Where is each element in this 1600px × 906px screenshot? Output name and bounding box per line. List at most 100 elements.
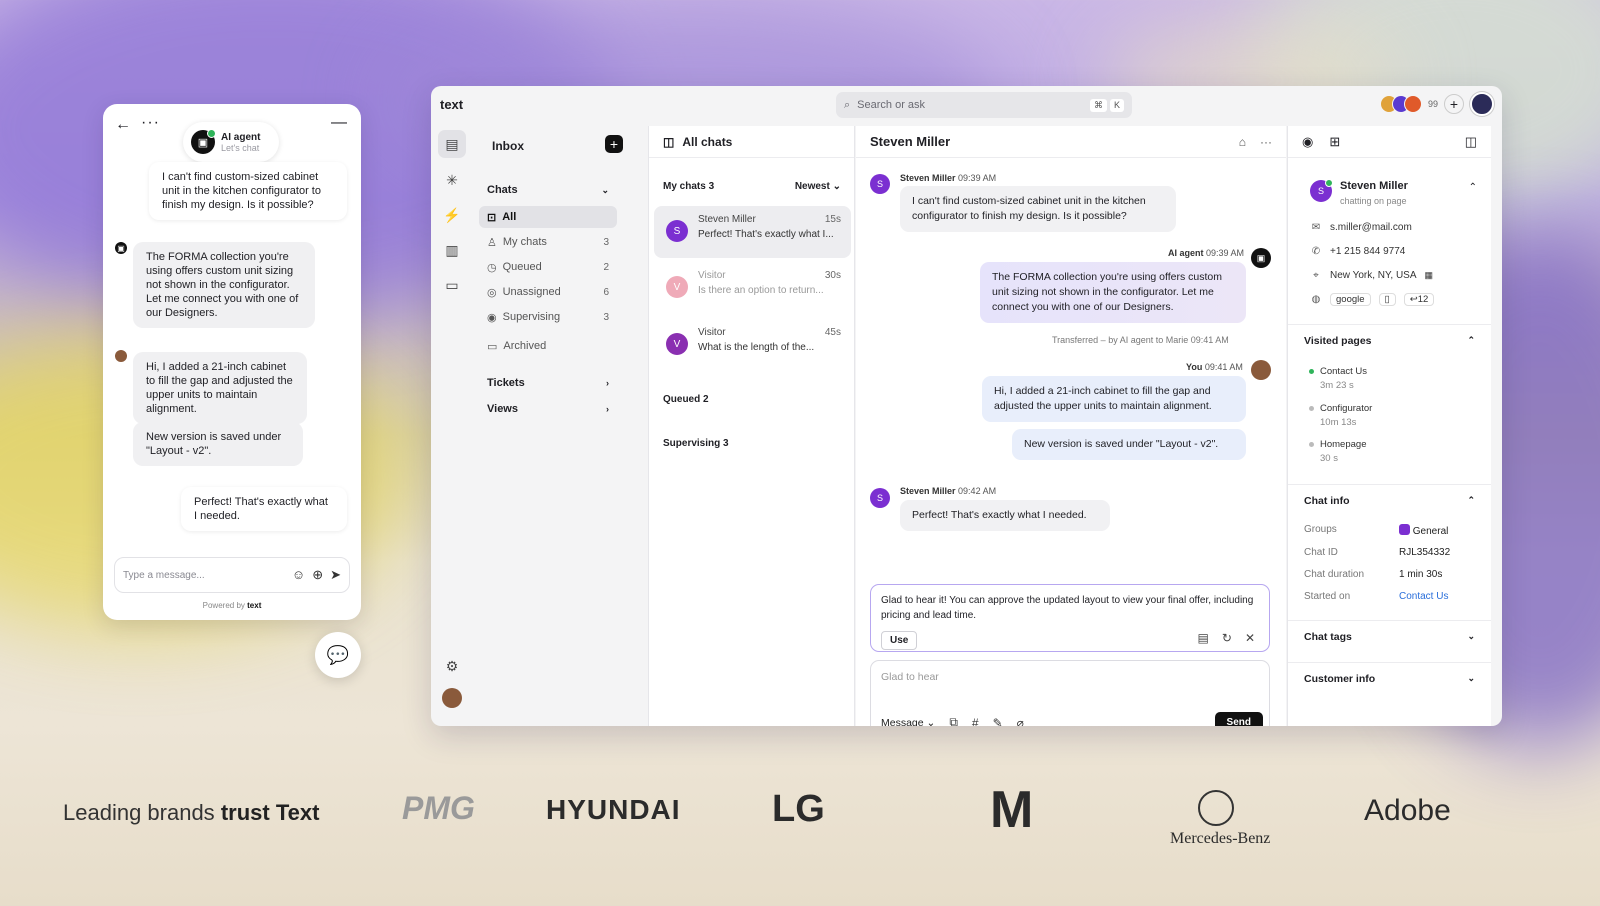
hyundai-logo: HYUNDAI [546,794,681,825]
message-mode-dropdown[interactable]: Message ⌄ [881,717,935,727]
device-icon: ▯ [1378,293,1396,306]
nav-item-unassigned[interactable]: ◎ Unassigned 6 [479,281,617,303]
contact-location: ⌖ New York, NY, USA ▦ [1310,270,1433,281]
inbox-icon[interactable]: ▤ [438,130,466,158]
emoji-icon[interactable]: ☺ [292,567,305,583]
search-input[interactable]: ⌕ Search or ask ⌘ K [836,92,1132,118]
chat-list-header: ◫ All chats [649,126,854,158]
chat-info-section[interactable]: Chat info ⌃ [1288,484,1491,517]
add-icon[interactable]: + [1444,94,1464,114]
customer-info-section[interactable]: Customer info ⌄ [1288,662,1491,695]
visits-count: ↩12 [1403,293,1435,306]
visited-page: Contact Us 3m 23 s [1309,366,1367,391]
agent-avatar [1251,360,1271,380]
refresh-icon[interactable]: ↻ [1222,631,1232,646]
nav-item-queued[interactable]: ◷ Queued 2 [479,256,617,278]
reply-composer[interactable]: Glad to hear Message ⌄ ⧉ # ✎ ⌀ Send [870,660,1270,726]
team-avatars[interactable] [1379,95,1422,113]
message-agent: New version is saved under "Layout - v2"… [1012,429,1246,460]
return-icon: ↩ [1409,294,1418,305]
chevron-up-icon: ⌃ [1467,335,1475,345]
chat-list-item[interactable]: V Visitor 30s Is there an option to retur… [654,262,851,314]
tag-icon[interactable]: ⌂ [1239,135,1246,149]
nav-item-supervising[interactable]: ◉ Supervising 3 [479,306,617,328]
widget-message-input[interactable]: Type a message... ☺ ⊕ ➤ [114,557,350,593]
minimize-icon[interactable]: — [331,114,347,132]
use-suggestion-button[interactable]: Use [881,631,918,650]
visited-page: Configurator 10m 13s [1309,403,1372,428]
user-avatar[interactable] [1470,92,1494,116]
chat-tags-section[interactable]: Chat tags ⌄ [1288,620,1491,653]
send-button[interactable]: Send [1214,712,1263,726]
contact-icon[interactable]: ◉ [1302,134,1313,150]
send-icon[interactable]: ➤ [330,567,341,583]
brands-heading: Leading brands trust Text [63,800,320,825]
paperclip-icon[interactable]: ⌀ [1017,716,1024,727]
back-arrow-icon[interactable]: ← [115,116,131,134]
chevron-right-icon: › [606,404,609,414]
message-meta: You 09:41 AM [1186,362,1243,372]
nav-section-chats[interactable]: Chats ⌄ [487,184,609,196]
ai-assist-icon[interactable]: ⧉ [949,715,958,726]
close-icon[interactable]: ✕ [1245,631,1255,646]
automation-bolt-icon[interactable]: ⚡ [438,201,466,229]
chat-list-item[interactable]: V Visitor 45s What is the length of the..… [654,319,851,371]
chat-list-item[interactable]: S Steven Miller 15s Perfect! That's exact… [654,206,851,258]
nav-item-my-chats[interactable]: ♙ My chats 3 [479,231,617,253]
knowledge-book-icon[interactable]: ▭ [438,271,466,299]
person-icon: ♙ [487,236,497,249]
attach-icon[interactable]: ⊕ [312,567,323,583]
sort-dropdown[interactable]: Newest ⌄ [795,181,841,192]
pmg-logo: PMG [402,790,475,826]
chat-info-duration: Chat duration 1 min 30s [1304,569,1443,580]
bot-icon: ▣ [115,242,127,254]
contact-email: ✉ s.miller@mail.com [1311,222,1412,233]
magic-wand-icon[interactable]: ✎ [993,716,1003,727]
chevron-up-icon[interactable]: ⌃ [1469,182,1477,193]
panel-icon: ◫ [663,134,675,149]
search-shortcut: ⌘ K [1089,98,1124,112]
conversation-title: Steven Miller [870,134,951,149]
ai-sparkle-icon[interactable]: ✳ [438,166,466,194]
details-sidebar: ◉ ⊞ ◫ S Steven Miller chatting on page ⌃… [1287,126,1491,726]
top-bar-right: 99 + [1379,92,1494,116]
inbox-nav: Inbox + Chats ⌄ ⊡ All ♙ My chats 3 ◷ Queued 2 … [475,126,633,726]
new-chat-button[interactable]: + [605,135,623,153]
chevron-down-icon: ⌄ [1467,631,1475,641]
cart-icon[interactable]: ⊞ [1329,134,1340,150]
eye-icon: ◉ [487,311,497,324]
adobe-logo: Adobe [1364,794,1451,827]
chat-launcher-button[interactable]: 💬 [315,632,361,678]
transfer-note: Transferred – by AI agent to Marie 09:41… [1052,335,1229,345]
contact-status: chatting on page [1340,196,1407,206]
settings-gear-icon[interactable]: ⚙ [438,652,466,680]
widget-message-customer: Perfect! That's exactly what I needed. [181,487,347,531]
team-count: 99 [1427,99,1438,109]
contact-phone: ✆ +1 215 844 9774 [1311,246,1406,257]
chat-widget: ← ··· — ▣ AI agent Let's chat I can't fi… [103,104,361,620]
contact-avatar: S [870,174,890,194]
pin-icon: ⌖ [1313,270,1319,281]
brand-logo: text [440,97,464,112]
my-chats-section[interactable]: My chats 3 Newest ⌄ [663,181,841,192]
supervising-section[interactable]: Supervising 3 [663,438,841,449]
chat-info-id: Chat ID RJL354332 [1304,547,1451,558]
nav-item-archived[interactable]: ▭ Archived [479,335,617,357]
started-on-link[interactable]: Contact Us [1399,591,1448,602]
search-icon: ⌕ [844,98,851,111]
nav-item-all[interactable]: ⊡ All [479,206,617,228]
more-icon[interactable]: ··· [1260,135,1272,149]
conversation-header: Steven Miller ⌂ ··· [856,126,1286,158]
queued-section[interactable]: Queued 2 [663,394,841,405]
agent-sub: Let's chat [221,142,260,153]
document-icon[interactable]: ▤ [1198,631,1209,646]
lg-logo: LG [772,788,825,830]
visited-pages-section[interactable]: Visited pages ⌃ [1288,324,1491,357]
reports-chart-icon[interactable]: ▥ [438,236,466,264]
nav-section-views[interactable]: Views › [487,403,609,415]
nav-section-tickets[interactable]: Tickets › [487,377,609,389]
more-icon[interactable]: ··· [141,114,160,132]
panel-toggle-icon[interactable]: ◫ [1465,134,1477,150]
hashtag-icon[interactable]: # [972,716,979,727]
profile-avatar[interactable] [438,684,466,712]
